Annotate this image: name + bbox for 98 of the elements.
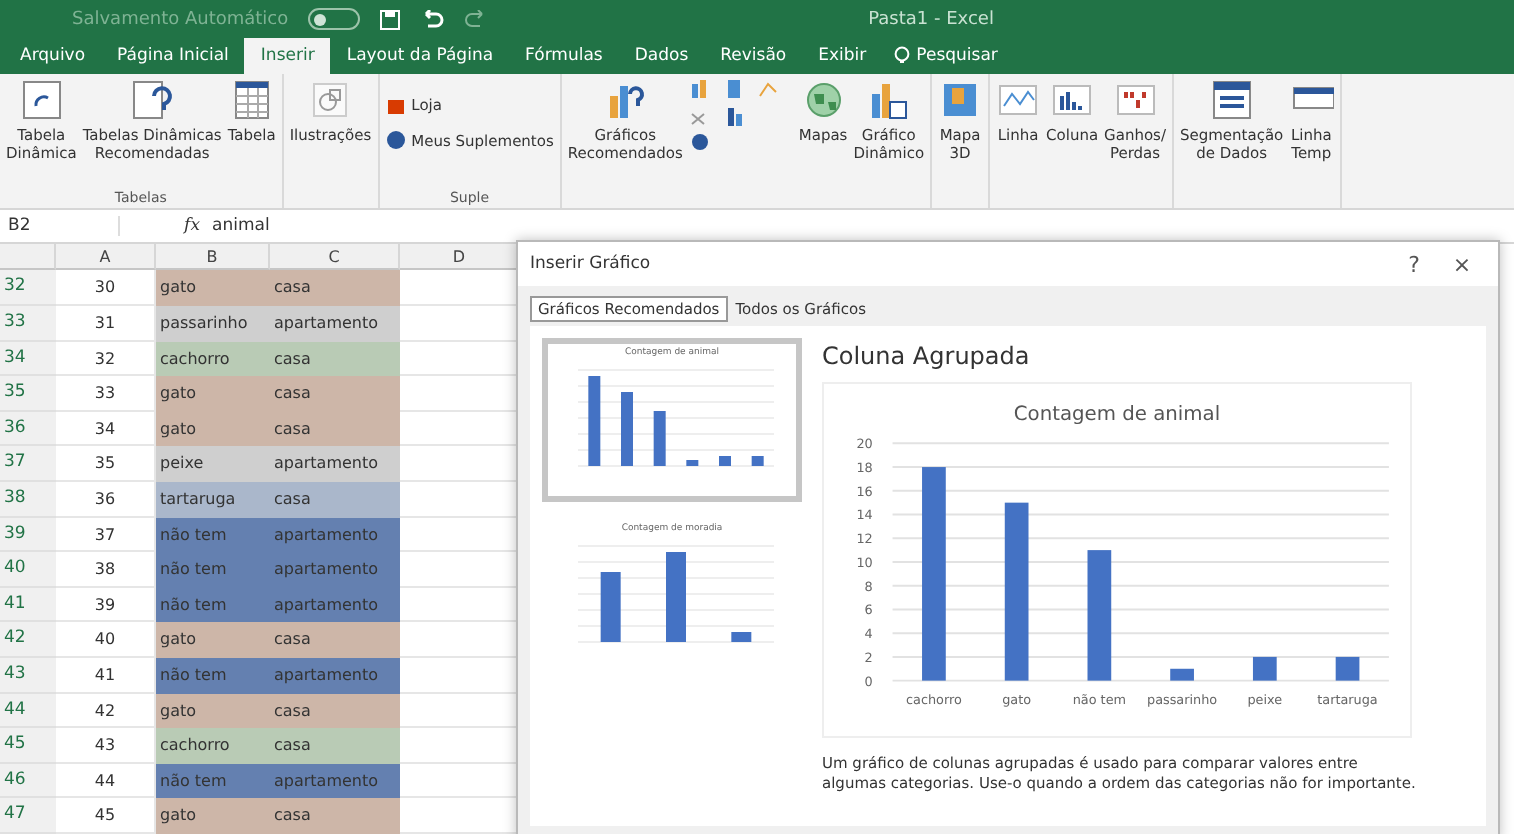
table-cell: 42	[56, 693, 156, 729]
chart-bar	[1170, 668, 1194, 681]
table-cell: 40	[56, 622, 156, 659]
lightbulb-icon	[894, 46, 911, 67]
table-cell: casa	[270, 728, 400, 764]
table-cell: 37	[56, 517, 156, 553]
table-cell: não tem	[156, 517, 270, 553]
table-cell: casa	[270, 693, 400, 729]
ribbon-tab[interactable]: Inserir	[244, 38, 331, 75]
table-cell: gato	[156, 270, 270, 307]
row-number[interactable]: 37	[0, 446, 56, 483]
row-number[interactable]: 40	[0, 552, 56, 588]
table-cell: 35	[56, 446, 156, 483]
ribbon-tab[interactable]: Revisão	[704, 38, 803, 75]
close-button[interactable]: ×	[1438, 251, 1486, 277]
table-cell: não tem	[156, 658, 270, 694]
column-header[interactable]: B	[156, 244, 270, 271]
table-cell: 30	[56, 270, 156, 307]
table-cell: 36	[56, 482, 156, 518]
name-box[interactable]: B2	[0, 216, 120, 237]
window-title: Pasta1 - Excel	[868, 9, 994, 30]
table-cell: tartaruga	[156, 482, 270, 518]
table-cell: casa	[270, 376, 400, 412]
ribbon-tab[interactable]: Fórmulas	[509, 38, 619, 75]
row-number[interactable]: 36	[0, 411, 56, 447]
column-header[interactable]: C	[270, 244, 400, 271]
table-cell: casa	[270, 622, 400, 659]
ribbon-tab[interactable]: Arquivo	[4, 38, 102, 75]
table-cell: apartamento	[270, 587, 400, 623]
bag-icon	[385, 94, 406, 115]
table-cell: casa	[270, 341, 400, 377]
table-cell: cachorro	[156, 341, 270, 377]
row-number[interactable]: 41	[0, 587, 56, 623]
column-header[interactable]: D	[400, 244, 520, 271]
table-cell: apartamento	[270, 763, 400, 799]
row-number[interactable]: 47	[0, 798, 56, 834]
table-cell: gato	[156, 622, 270, 659]
table-cell: peixe	[156, 446, 270, 483]
row-number[interactable]: 43	[0, 658, 56, 694]
table-cell: cachorro	[156, 728, 270, 764]
table-cell: gato	[156, 798, 270, 834]
table-cell: 33	[56, 376, 156, 412]
search-button[interactable]: Pesquisar	[882, 38, 1010, 75]
row-number[interactable]: 32	[0, 270, 56, 307]
globe-icon	[801, 78, 846, 123]
row-number[interactable]: 34	[0, 341, 56, 377]
chart-bar	[1335, 656, 1360, 681]
table-cell: 45	[56, 798, 156, 834]
table-cell: gato	[156, 411, 270, 447]
table-cell: casa	[270, 482, 400, 518]
undo-icon[interactable]	[420, 9, 445, 30]
column-header[interactable]: A	[56, 244, 156, 271]
ribbon-tab[interactable]: Dados	[618, 38, 705, 75]
autosave-label: Salvamento Automático	[72, 9, 289, 30]
dialog-title: Inserir Gráfico	[530, 254, 653, 274]
row-number[interactable]: 44	[0, 693, 56, 729]
table-cell: 39	[56, 587, 156, 623]
table-cell: apartamento	[270, 446, 400, 483]
table-cell: gato	[156, 376, 270, 412]
row-number[interactable]: 45	[0, 728, 56, 764]
autosave-toggle[interactable]	[308, 8, 361, 31]
save-icon[interactable]	[380, 9, 401, 30]
table-cell: apartamento	[270, 517, 400, 553]
row-number[interactable]: 46	[0, 763, 56, 799]
ribbon-tab[interactable]: Layout da Página	[330, 38, 510, 75]
formula-field[interactable]: animal	[200, 216, 270, 237]
ribbon-tab[interactable]: Exibir	[802, 38, 883, 75]
table-cell: apartamento	[270, 552, 400, 588]
table-cell: casa	[270, 270, 400, 307]
fx-label: fx	[181, 216, 200, 237]
table-cell: casa	[270, 798, 400, 834]
help-button[interactable]: ?	[1390, 251, 1438, 277]
table-cell: apartamento	[270, 658, 400, 694]
row-number[interactable]: 35	[0, 376, 56, 412]
table-cell: não tem	[156, 763, 270, 799]
row-number[interactable]: 33	[0, 306, 56, 342]
chart-bar	[1252, 656, 1277, 681]
chart-title: Contagem de animal	[1013, 403, 1221, 426]
table-cell: 41	[56, 658, 156, 694]
table-cell: não tem	[156, 552, 270, 588]
ribbon-tab[interactable]: Página Inicial	[101, 38, 245, 75]
table-cell: 31	[56, 306, 156, 342]
table-cell: 43	[56, 728, 156, 764]
row-number[interactable]: 39	[0, 517, 56, 553]
table-cell: 38	[56, 552, 156, 588]
chart-type-name: Coluna Agrupada	[822, 342, 1032, 370]
table-cell: casa	[270, 411, 400, 447]
row-number[interactable]: 38	[0, 482, 56, 518]
table-cell: 32	[56, 341, 156, 377]
row-number[interactable]: 42	[0, 622, 56, 659]
table-cell: apartamento	[270, 306, 400, 342]
puzzle-icon	[385, 130, 406, 151]
table-cell: não tem	[156, 587, 270, 623]
table-cell: 34	[56, 411, 156, 447]
table-cell: 44	[56, 763, 156, 799]
chart-bar	[1087, 550, 1112, 681]
table-cell: passarinho	[156, 306, 270, 342]
table-cell: gato	[156, 693, 270, 729]
